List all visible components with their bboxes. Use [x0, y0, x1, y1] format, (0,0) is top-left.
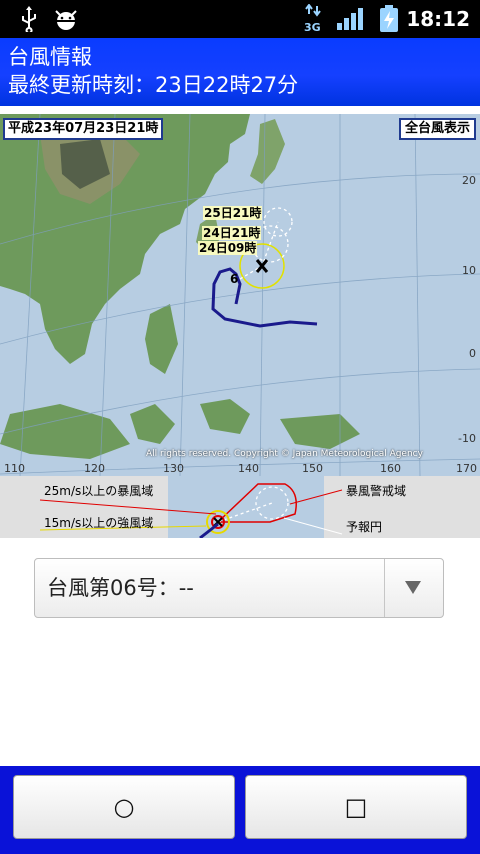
lon-label-120: 120: [84, 462, 105, 475]
lon-label-150: 150: [302, 462, 323, 475]
left-button[interactable]: ○: [13, 775, 235, 839]
android-debug-icon: [52, 0, 80, 38]
usb-icon: [16, 0, 42, 38]
all-typhoons-button[interactable]: 全台風表示: [398, 118, 476, 140]
chevron-down-icon: [405, 581, 421, 594]
lon-label-170: 170: [456, 462, 477, 475]
lat-label-0: 0: [469, 347, 476, 360]
lat-label-20: 20: [462, 174, 476, 187]
legend-warning-area: 暴風警戒域: [346, 484, 407, 498]
lat-label-10: 10: [462, 264, 476, 277]
last-updated-text: 最終更新時刻：23日22時27分: [8, 73, 299, 97]
right-button-label: □: [344, 793, 368, 821]
forecast-label-1: 25日21時: [203, 206, 263, 220]
map-legend: 25m/s以上の暴風域 15m/s以上の強風域 暴風警戒域 予報円: [0, 476, 480, 538]
legend-strong-15ms: 15m/s以上の強風域: [44, 516, 154, 530]
lat-label-minus10: -10: [458, 432, 476, 445]
app-header: 台風情報 最終更新時刻：23日22時27分: [0, 38, 480, 106]
legend-storm-25ms: 25m/s以上の暴風域: [44, 484, 154, 498]
signal-icon: [334, 0, 366, 38]
select-divider: [384, 559, 385, 617]
left-button-label: ○: [113, 793, 135, 821]
typhoon-number-marker: 6: [230, 272, 239, 286]
typhoon-select[interactable]: 台風第06号：--: [34, 558, 444, 618]
right-button[interactable]: □: [245, 775, 467, 839]
network-type-label: 3G: [304, 21, 321, 34]
map-date-label: 平成23年07月23日21時: [3, 118, 164, 140]
bottom-bar: ○ □: [0, 766, 480, 854]
selector-area: 台風第06号：--: [0, 538, 480, 766]
lon-label-130: 130: [163, 462, 184, 475]
forecast-label-3: 24日09時: [198, 241, 258, 255]
forecast-label-2: 24日21時: [202, 226, 262, 240]
copyright-text: All rights reserved. Copyright © Japan M…: [146, 449, 423, 459]
legend-forecast-circle: 予報円: [346, 520, 383, 534]
lon-label-140: 140: [238, 462, 259, 475]
data-transfer-icon: 3G: [300, 0, 326, 38]
typhoon-select-value: 台風第06号：--: [47, 576, 194, 600]
page-title: 台風情報: [8, 45, 92, 69]
map-image: [0, 114, 480, 476]
lon-label-110: 110: [4, 462, 25, 475]
battery-charging-icon: [376, 0, 402, 38]
clock: 18:12: [406, 7, 470, 31]
lon-label-160: 160: [380, 462, 401, 475]
typhoon-map[interactable]: 平成23年07月23日21時 全台風表示 25日21時 24日21時 24日09…: [0, 114, 480, 476]
status-bar: 3G 18:12: [0, 0, 480, 38]
